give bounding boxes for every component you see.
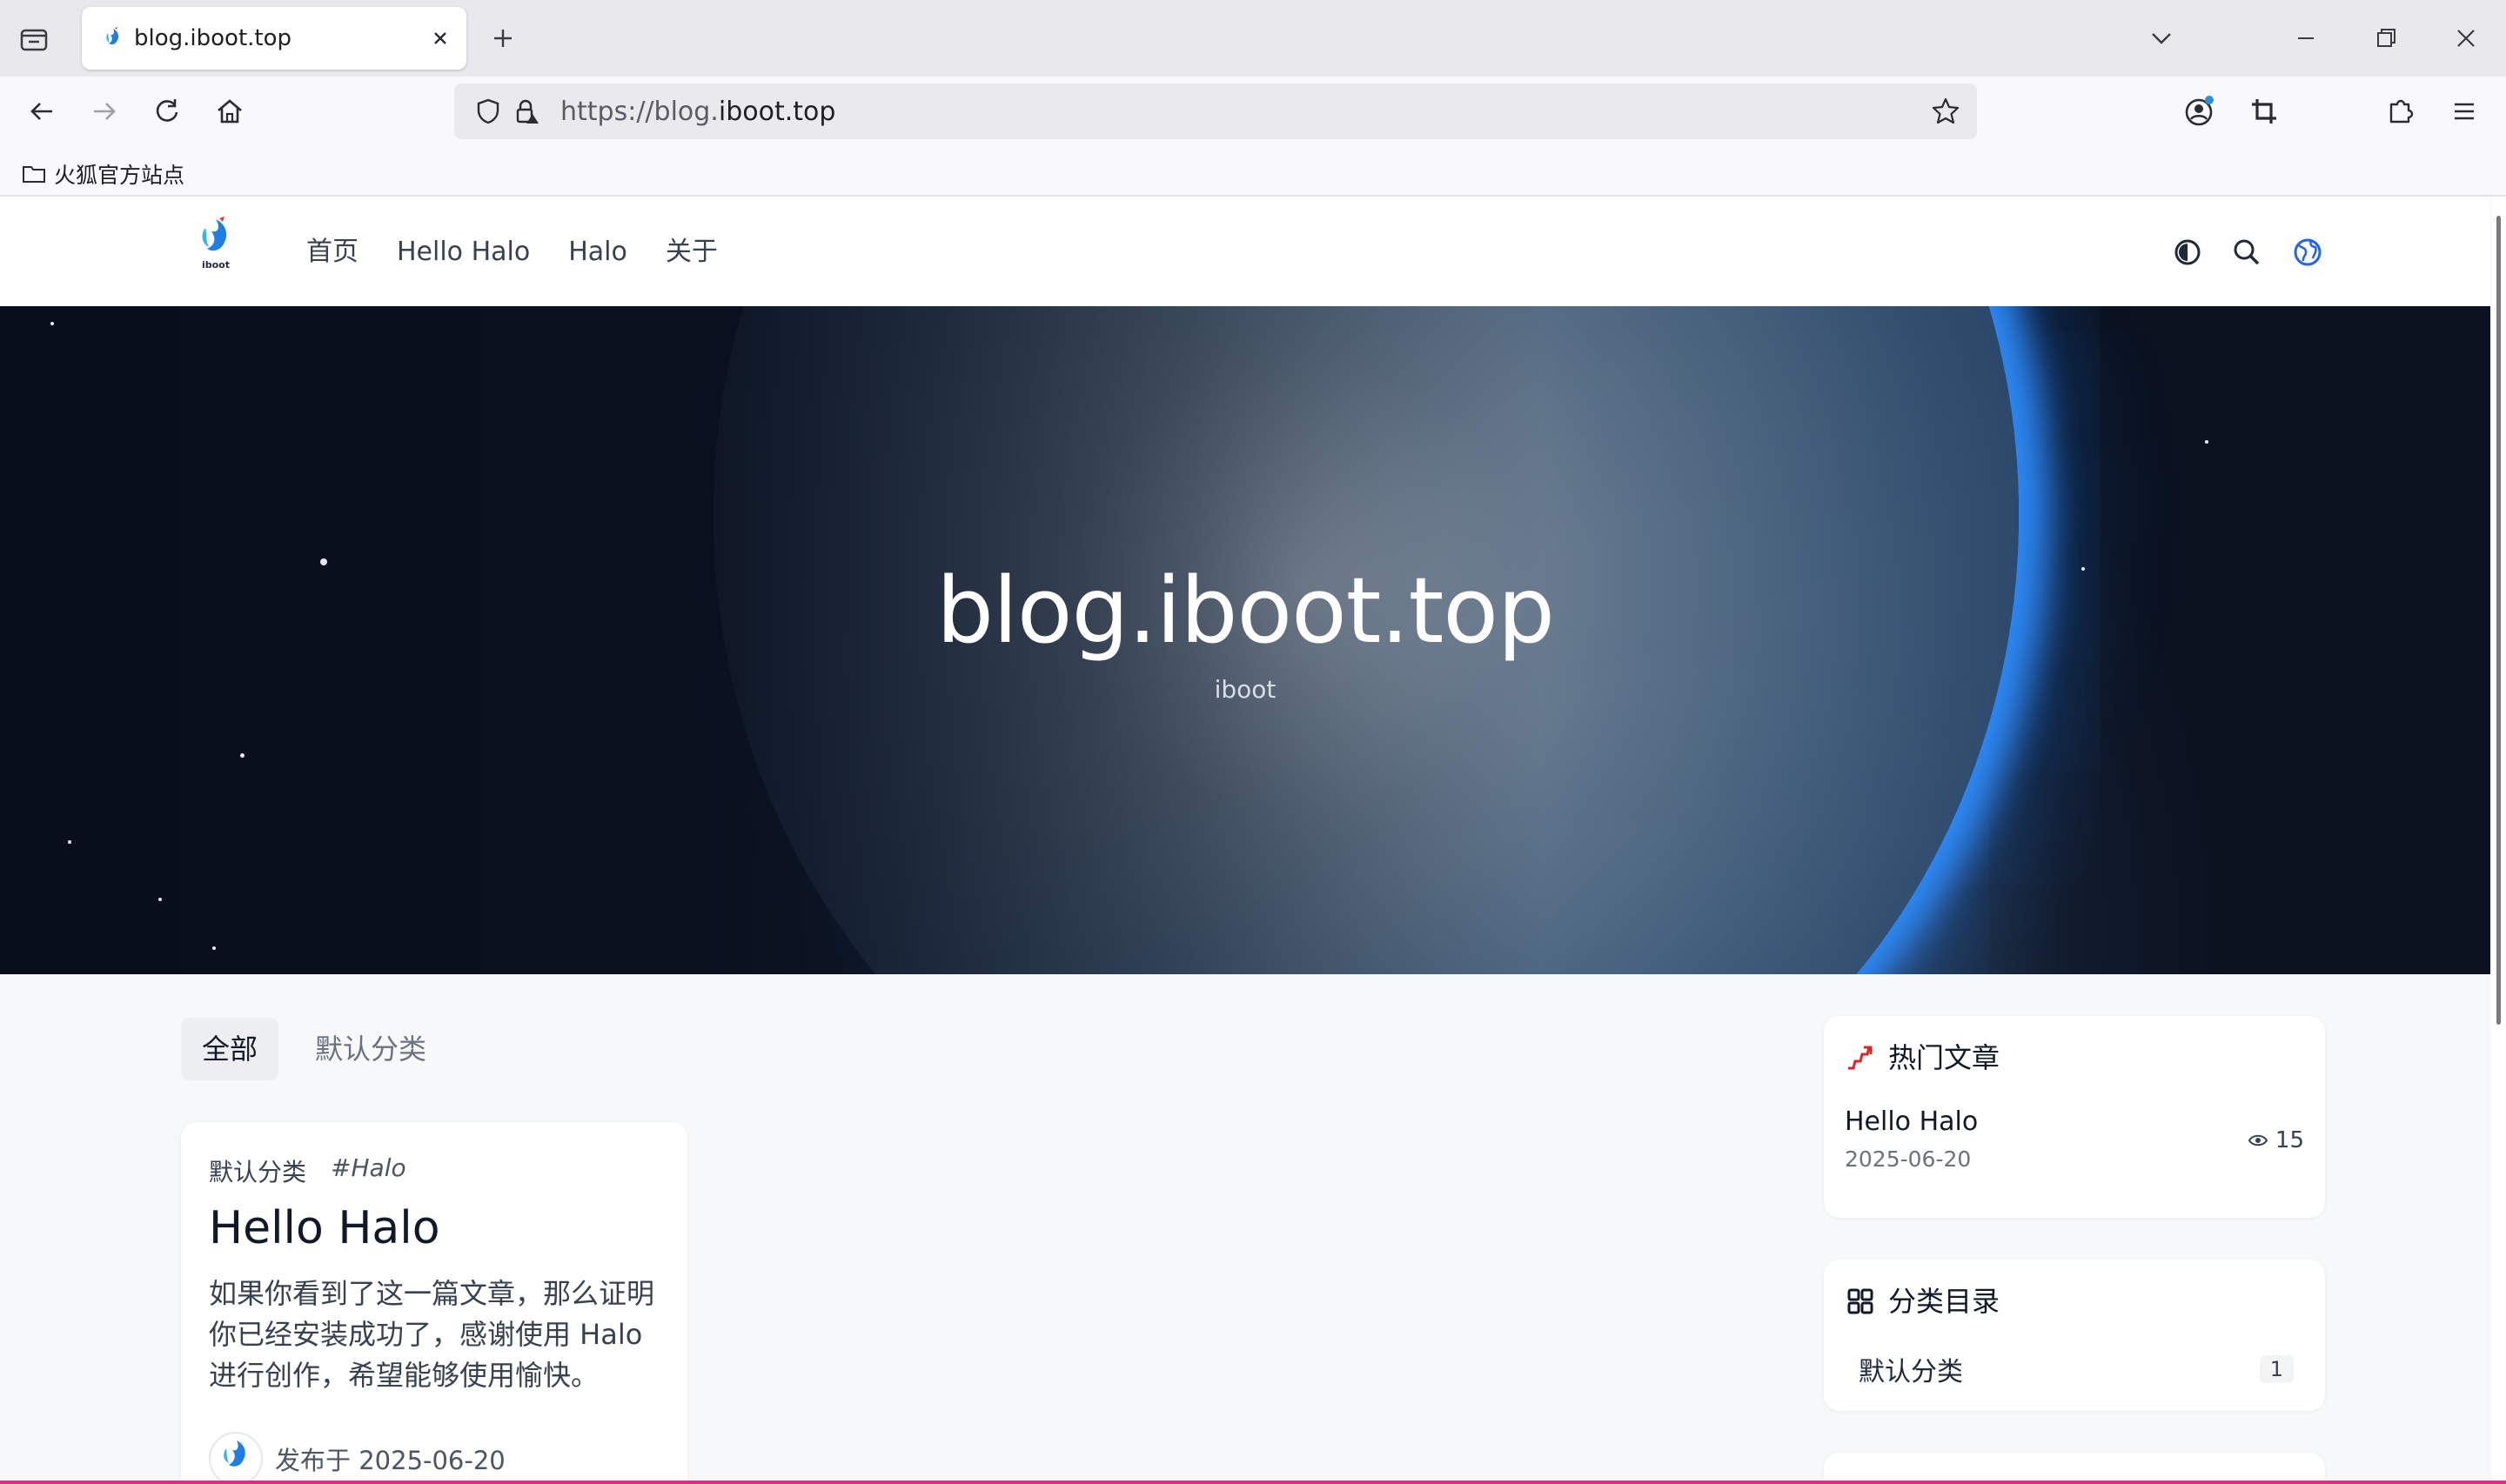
site-nav: 首页 Hello Halo Halo 关于 (306, 235, 718, 270)
trending-icon (1848, 1046, 1873, 1070)
hot-posts-widget: 热门文章 Hello Halo 2025-06-20 15 (1824, 1016, 2325, 1218)
category-count: 1 (2259, 1355, 2294, 1383)
category-tabs: 全部 默认分类 (181, 1018, 447, 1080)
browser-tab[interactable]: blog.iboot.top (82, 7, 466, 70)
folder-icon (23, 166, 45, 183)
category-item[interactable]: 默认分类 1 (1859, 1350, 2294, 1388)
avatar[interactable] (209, 1432, 263, 1484)
theme-toggle-icon[interactable] (2170, 235, 2205, 270)
star (2205, 440, 2208, 444)
reload-icon[interactable] (148, 92, 186, 130)
home-icon[interactable] (211, 92, 249, 130)
hot-post-views: 15 (2248, 1127, 2304, 1153)
bookmark-item[interactable]: 火狐官方站点 (21, 158, 184, 190)
star (50, 322, 54, 325)
tracking-shield-icon[interactable] (473, 97, 503, 126)
tab-default-category[interactable]: 默认分类 (294, 1018, 447, 1080)
back-icon[interactable] (23, 92, 61, 130)
search-icon[interactable] (2229, 235, 2264, 270)
new-tab-icon[interactable] (487, 23, 519, 54)
bookmark-label: 火狐官方站点 (54, 163, 185, 188)
url-text[interactable]: https://blog.iboot.top (560, 97, 835, 127)
post-footer: 发布于 2025-06-20 (209, 1432, 506, 1484)
menu-icon[interactable] (2445, 92, 2483, 130)
next-widget (1824, 1453, 2325, 1484)
scrollbar-thumb[interactable] (2496, 216, 2501, 1025)
star (158, 898, 162, 901)
tab-title: blog.iboot.top (134, 25, 292, 51)
hero-banner: blog.iboot.top iboot (0, 306, 2490, 974)
view-count: 15 (2275, 1127, 2304, 1153)
language-globe-icon[interactable] (2290, 235, 2325, 270)
hero-title: blog.iboot.top (935, 558, 1555, 664)
lock-icon[interactable] (512, 97, 541, 126)
close-tab-icon[interactable] (430, 28, 451, 49)
list-all-tabs-icon[interactable] (2144, 21, 2179, 56)
hot-post-date: 2025-06-20 (1845, 1146, 1972, 1172)
hero-subtitle: iboot (1214, 675, 1276, 704)
star (68, 840, 71, 844)
forward-icon[interactable] (85, 92, 124, 130)
category-widget: 分类目录 默认分类 1 (1824, 1260, 2325, 1411)
web-page: iboot 首页 Hello Halo Halo 关于 blog.iboot.t… (0, 197, 2490, 1484)
bottom-border (0, 1481, 2506, 1484)
svg-text:iboot: iboot (202, 259, 230, 271)
hot-posts-title: 热门文章 (1888, 1041, 2000, 1074)
restore-icon[interactable] (2369, 21, 2403, 56)
bookmark-star-icon[interactable] (1930, 96, 1961, 127)
site-logo[interactable]: iboot (193, 216, 238, 273)
tab-list-icon[interactable] (17, 23, 50, 56)
nav-halo[interactable]: Halo (568, 235, 627, 270)
grid-icon (1847, 1288, 1873, 1314)
tab-strip: blog.iboot.top (0, 0, 2506, 77)
extensions-icon[interactable] (2382, 92, 2421, 130)
category-name: 默认分类 (1859, 1357, 1963, 1387)
post-meta: 默认分类 #Halo (209, 1153, 406, 1188)
post-excerpt: 如果你看到了这一篇文章，那么证明你已经安装成功了，感谢使用 Halo 进行创作，… (209, 1277, 655, 1392)
hot-post-title[interactable]: Hello Halo (1845, 1106, 1978, 1137)
nav-about[interactable]: 关于 (666, 235, 718, 270)
post-tag[interactable]: #Halo (331, 1153, 406, 1188)
crop-screenshot-icon[interactable] (2245, 92, 2283, 130)
star (240, 753, 245, 758)
eye-icon (2248, 1134, 2268, 1146)
nav-home[interactable]: 首页 (306, 235, 358, 270)
post-card[interactable]: 默认分类 #Halo Hello Halo 如果你看到了这一篇文章，那么证明你已… (181, 1122, 687, 1484)
site-favicon-icon (101, 26, 125, 50)
close-window-icon[interactable] (2449, 21, 2483, 56)
post-date: 发布于 2025-06-20 (275, 1446, 506, 1475)
account-icon[interactable] (2181, 92, 2219, 130)
star (212, 946, 216, 950)
scrollbar[interactable] (2492, 197, 2506, 1484)
post-category[interactable]: 默认分类 (209, 1153, 306, 1188)
post-title[interactable]: Hello Halo (209, 1200, 440, 1256)
nav-hello-halo[interactable]: Hello Halo (397, 235, 530, 270)
category-widget-title: 分类目录 (1888, 1285, 2000, 1318)
tab-all[interactable]: 全部 (181, 1018, 279, 1080)
bookmarks-bar: 火狐官方站点 (0, 151, 2506, 197)
url-bar[interactable]: https://blog.iboot.top (454, 84, 1977, 139)
minimize-icon[interactable] (2288, 21, 2323, 56)
site-header: iboot 首页 Hello Halo Halo 关于 (0, 197, 2490, 306)
